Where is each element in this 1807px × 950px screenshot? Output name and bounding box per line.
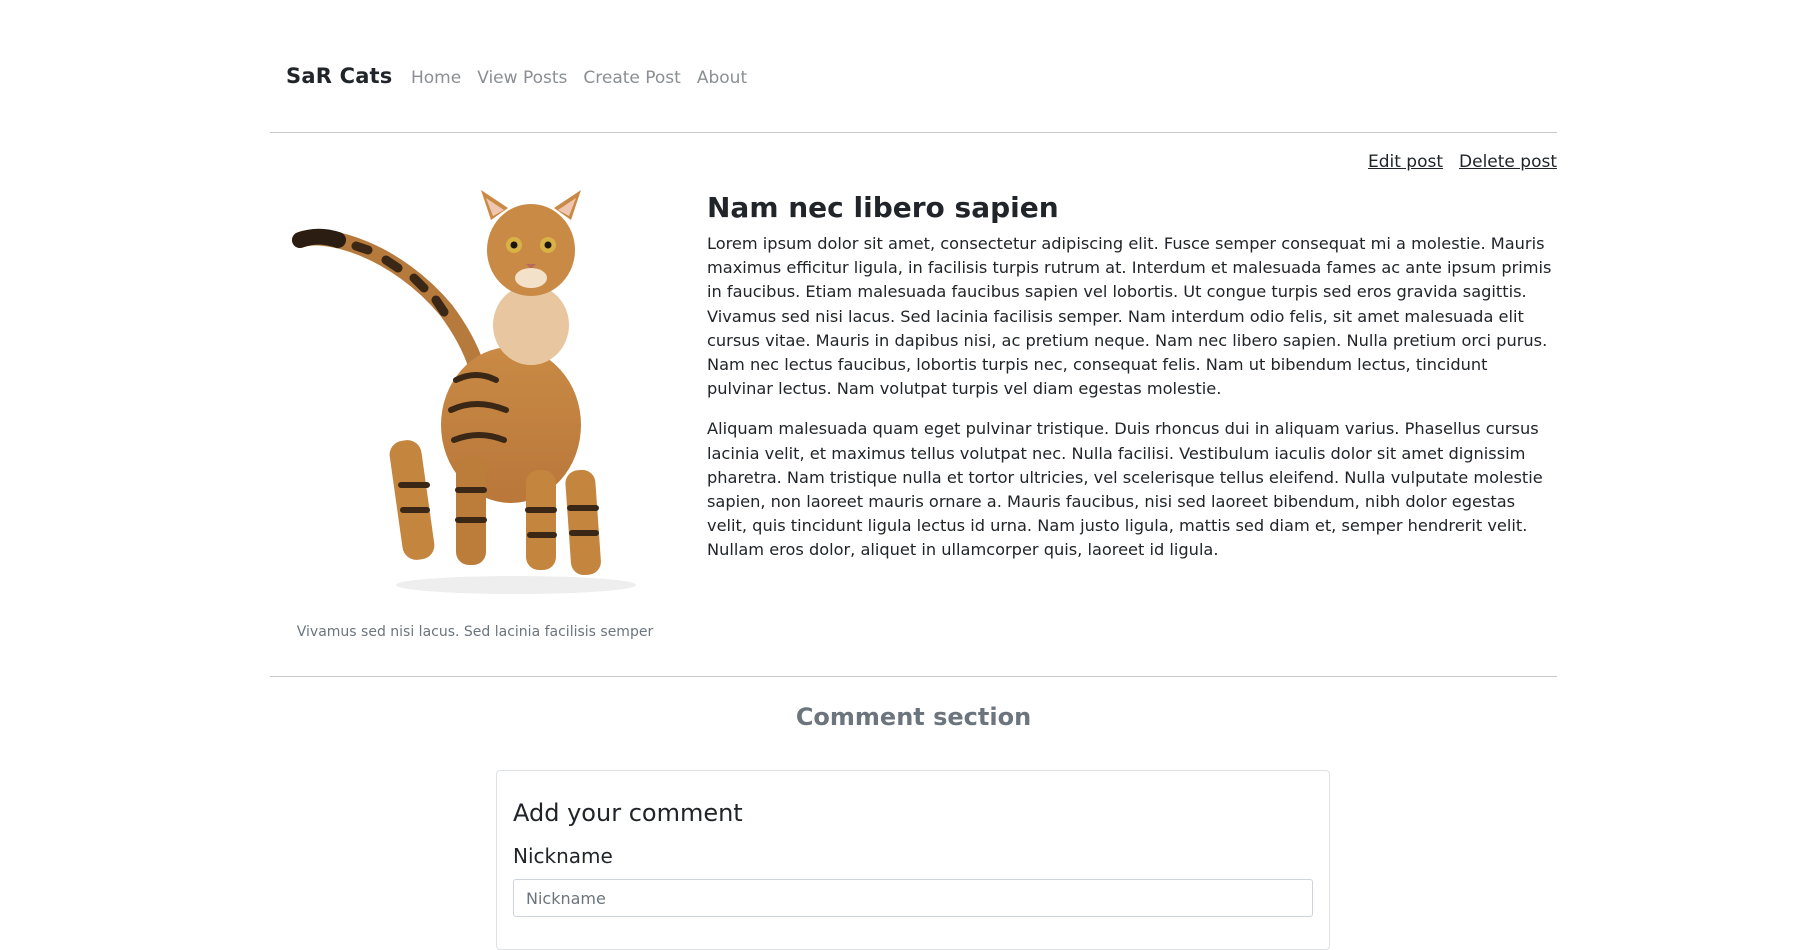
navbar: SaR Cats Home View Posts Create Post Abo… [270,0,1557,133]
comment-section-heading: Comment section [795,703,1032,731]
cat-photo [292,190,636,594]
post-title: Nam nec libero sapien [707,191,1059,224]
image-caption: Vivamus sed nisi lacus. Sed lacinia faci… [296,624,654,640]
nickname-input[interactable] [513,879,1313,917]
nav-link-home[interactable]: Home [411,68,461,88]
section-divider [270,676,1557,677]
page-container: SaR Cats Home View Posts Create Post Abo… [270,0,1557,950]
edit-post-link[interactable]: Edit post [1368,152,1443,172]
post-paragraph: Aliquam malesuada quam eget pulvinar tri… [707,419,1543,560]
delete-post-link[interactable]: Delete post [1459,152,1557,172]
post-paragraph: Lorem ipsum dolor sit amet, consectetur … [707,234,1552,399]
nav-link-create-post[interactable]: Create Post [583,68,680,88]
post-article: Nam nec libero sapien Lorem ipsum dolor … [707,190,1557,579]
brand-logo[interactable]: SaR Cats [286,64,393,88]
nickname-label: Nickname [513,844,613,868]
post-actions: Edit post Delete post [1368,152,1557,172]
comment-form-card: Add your comment Nickname [496,770,1330,950]
nav-link-about[interactable]: About [697,68,747,88]
nav-links: Home View Posts Create Post About [411,68,747,88]
nav-link-view-posts[interactable]: View Posts [477,68,567,88]
comment-form-title: Add your comment [513,799,743,827]
